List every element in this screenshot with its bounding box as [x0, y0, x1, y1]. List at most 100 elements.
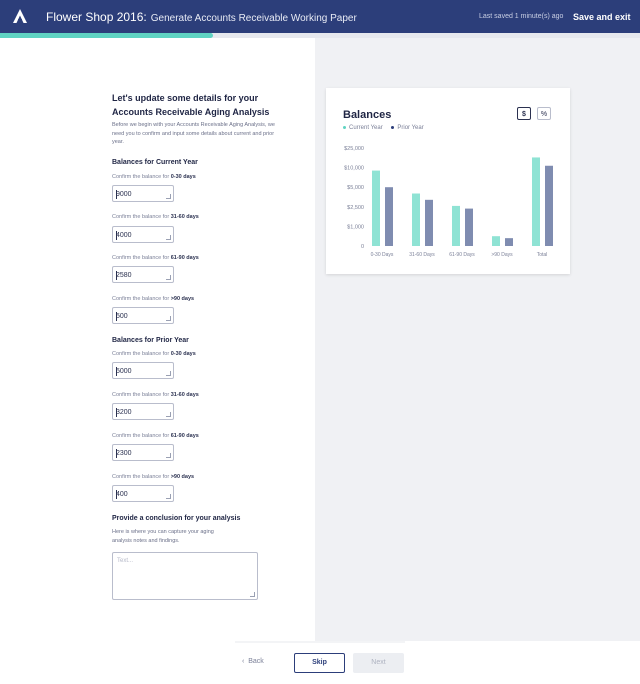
bar-current-year: [412, 193, 420, 246]
page-title: Flower Shop 2016: Generate Accounts Recei…: [46, 10, 357, 24]
bar-prior-year: [385, 187, 393, 246]
cy-90plus-input[interactable]: 500: [112, 307, 174, 324]
text-caret: [116, 231, 117, 240]
field-label-cy-61-90: Confirm the balance for 61-90 days: [112, 255, 199, 261]
label-prefix: Confirm the balance for: [112, 351, 171, 357]
text-caret: [116, 312, 117, 321]
x-tick-label: >90 Days: [491, 252, 513, 258]
resize-grip-icon[interactable]: [166, 194, 171, 199]
logo-icon: [13, 9, 27, 23]
text-caret: [116, 490, 117, 499]
resize-grip-icon[interactable]: [166, 494, 171, 499]
y-tick-label: $25,000: [344, 146, 364, 152]
prior-year-heading: Balances for Prior Year: [112, 337, 189, 344]
field-label-py-61-90: Confirm the balance for 61-90 days: [112, 433, 199, 439]
resize-grip-icon[interactable]: [166, 412, 171, 417]
chevron-left-icon: ‹: [242, 658, 245, 665]
cy-0-30-input[interactable]: 9000: [112, 185, 174, 202]
bar-prior-year: [505, 238, 513, 246]
skip-button[interactable]: Skip: [294, 653, 345, 673]
label-period: >90 days: [170, 296, 195, 302]
x-tick-label: 0-30 Days: [371, 252, 394, 258]
x-tick-label: 61-90 Days: [449, 252, 475, 258]
label-period: 61-90 days: [170, 255, 199, 261]
conclusion-textarea[interactable]: Text...: [112, 552, 258, 600]
text-caret: [116, 449, 117, 458]
resize-grip-icon[interactable]: [166, 316, 171, 321]
form-intro: Before we begin with your Accounts Recei…: [112, 122, 275, 145]
label-prefix: Confirm the balance for: [112, 474, 171, 480]
top-bar: Flower Shop 2016: Generate Accounts Recei…: [0, 0, 640, 33]
field-label-cy-0-30: Confirm the balance for 0-30 days: [112, 174, 196, 180]
label-period: 31-60 days: [170, 392, 199, 398]
x-tick-label: Total: [537, 252, 548, 258]
progress-fill: [0, 33, 214, 38]
form-heading: Let's update some details for your Accou…: [112, 93, 270, 117]
resize-grip-icon[interactable]: [166, 275, 171, 280]
input-value: 3200: [116, 409, 132, 416]
back-label: Back: [248, 658, 264, 665]
py-61-90-input[interactable]: 2300: [112, 444, 174, 461]
footer-divider: [235, 641, 405, 643]
task-title: Generate Accounts Receivable Working Pap…: [150, 13, 357, 24]
py-31-60-input[interactable]: 3200: [112, 403, 174, 420]
textarea-placeholder: Text...: [117, 558, 134, 564]
bar-prior-year: [425, 199, 433, 246]
label-prefix: Confirm the balance for: [112, 214, 171, 220]
label-prefix: Confirm the balance for: [112, 392, 171, 398]
y-tick-label: $2,500: [347, 205, 364, 211]
save-and-exit-button[interactable]: Save and exit: [573, 12, 631, 22]
input-value: 9000: [116, 191, 132, 198]
x-tick-label: 31-60 Days: [409, 252, 435, 258]
input-value: 2580: [116, 272, 132, 279]
text-caret: [116, 271, 117, 280]
back-button[interactable]: ‹ Back: [242, 658, 264, 665]
resize-grip-icon[interactable]: [166, 371, 171, 376]
input-value: 5000: [116, 368, 132, 375]
bar-current-year: [372, 170, 380, 246]
last-saved-status: Last saved 1 minute(s) ago: [479, 13, 564, 20]
label-period: 31-60 days: [170, 214, 199, 220]
balances-card: Balances Current Year Prior Year $ % 0 $1…: [326, 88, 570, 274]
label-prefix: Confirm the balance for: [112, 296, 171, 302]
y-tick-label: $1,000: [347, 224, 364, 230]
resize-grip-icon[interactable]: [166, 235, 171, 240]
cy-61-90-input[interactable]: 2580: [112, 266, 174, 283]
app-name: Flower Shop 2016:: [46, 10, 147, 24]
py-0-30-input[interactable]: 5000: [112, 362, 174, 379]
label-period: 0-30 days: [170, 174, 196, 180]
bar-current-year: [492, 236, 500, 246]
label-prefix: Confirm the balance for: [112, 174, 171, 180]
input-value: 2300: [116, 450, 132, 457]
y-tick-label: $10,000: [344, 166, 364, 172]
text-caret: [116, 408, 117, 417]
bar-prior-year: [545, 165, 553, 246]
label-prefix: Confirm the balance for: [112, 433, 171, 439]
label-prefix: Confirm the balance for: [112, 255, 171, 261]
input-value: 500: [116, 313, 128, 320]
y-tick-label: 0: [361, 244, 364, 250]
input-value: 400: [116, 491, 128, 498]
conclusion-heading: Provide a conclusion for your analysis: [112, 515, 241, 522]
py-90plus-input[interactable]: 400: [112, 485, 174, 502]
next-button: Next: [353, 653, 404, 673]
field-label-cy-90plus: Confirm the balance for >90 days: [112, 296, 194, 302]
field-label-py-31-60: Confirm the balance for 31-60 days: [112, 392, 199, 398]
text-caret: [116, 190, 117, 199]
cy-31-60-input[interactable]: 4000: [112, 226, 174, 243]
y-tick-label: $5,000: [347, 185, 364, 191]
bar-prior-year: [465, 208, 473, 246]
resize-grip-icon[interactable]: [166, 453, 171, 458]
label-period: 0-30 days: [170, 351, 196, 357]
conclusion-help: Here is where you can capture your aging…: [112, 529, 214, 544]
current-year-heading: Balances for Current Year: [112, 159, 198, 166]
label-period: >90 days: [170, 474, 195, 480]
bar-current-year: [532, 157, 540, 246]
field-label-cy-31-60: Confirm the balance for 31-60 days: [112, 214, 199, 220]
field-label-py-0-30: Confirm the balance for 0-30 days: [112, 351, 196, 357]
label-period: 61-90 days: [170, 433, 199, 439]
input-value: 4000: [116, 232, 132, 239]
balances-chart: 0 $1,000 $2,500 $5,000 $10,000 $25,000 0-30 Da…: [344, 146, 553, 258]
resize-grip-icon[interactable]: [250, 592, 255, 597]
text-caret: [116, 367, 117, 376]
